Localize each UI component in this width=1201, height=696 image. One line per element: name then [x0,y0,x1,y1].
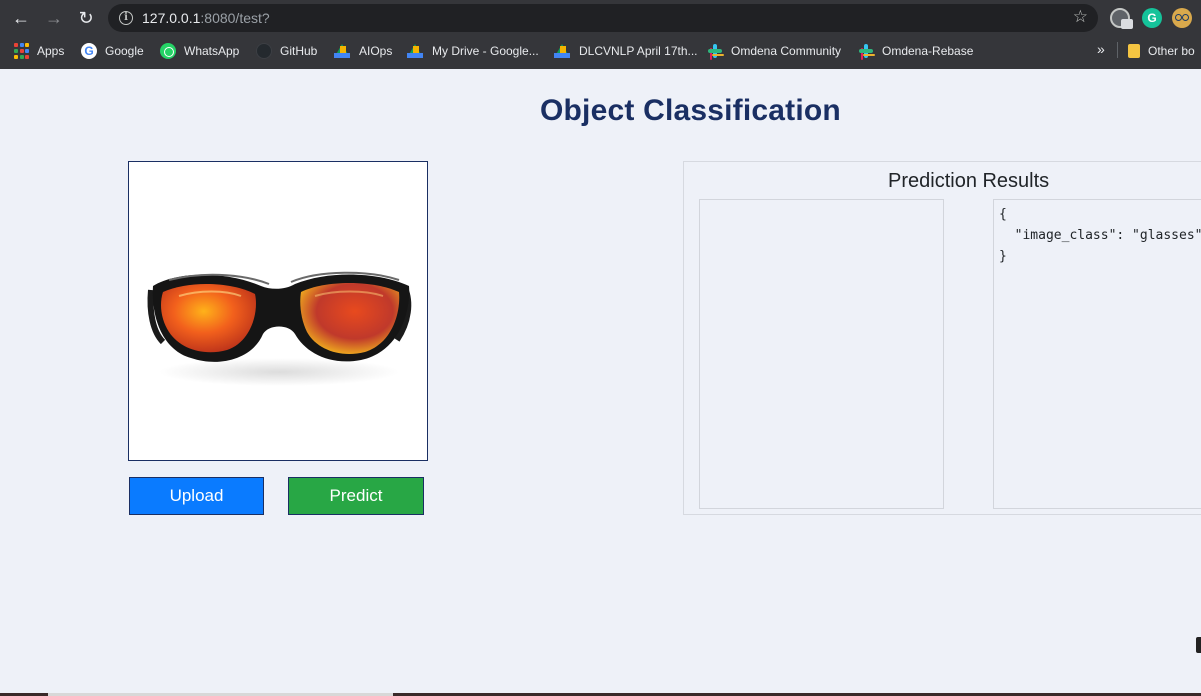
browser-toolbar: ← → ↻ i 127.0.0.1:8080/test? ☆ G [0,0,1201,36]
bookmark-aiops[interactable]: AIOps [334,41,392,61]
google-drive-icon [407,44,423,58]
json-image-class: "image_class": "glasses" [999,228,1201,243]
grammarly-icon[interactable]: G [1142,8,1162,28]
back-arrow-icon[interactable]: ← [9,7,33,29]
slack-icon [707,43,723,59]
google-icon: G [81,43,97,59]
sunglasses-image [129,162,427,460]
info-icon[interactable]: i [119,11,133,25]
bookmark-whatsapp[interactable]: WhatsApp [160,41,239,61]
bookmark-github[interactable]: GitHub [256,41,317,61]
bookmark-omdena-community[interactable]: Omdena Community [707,41,841,61]
json-open-brace: { [999,207,1007,222]
more-bookmarks-icon[interactable]: » [1097,41,1105,57]
prediction-results-panel: Prediction Results { "image_class": "gla… [683,161,1201,515]
scroll-edge-marker [1196,637,1201,653]
bookmark-star-icon[interactable]: ☆ [1073,8,1088,26]
result-image-box [699,199,944,509]
forward-arrow-icon[interactable]: → [42,7,66,29]
json-close-brace: } [999,249,1007,264]
upload-button[interactable]: Upload [129,477,264,515]
address-bar[interactable]: i 127.0.0.1:8080/test? ☆ [108,4,1098,32]
whatsapp-icon [160,43,176,59]
slack-icon [858,43,874,59]
google-drive-icon [554,44,570,58]
bookmark-omdena-rebase[interactable]: Omdena-Rebase [858,41,973,61]
bookmark-my-drive[interactable]: My Drive - Google... [407,41,539,61]
page-title: Object Classification [540,94,841,127]
result-json-box: { "image_class": "glasses" } [993,199,1201,509]
predict-button[interactable]: Predict [288,477,424,515]
uploaded-image-preview [128,161,428,461]
bookmarks-bar: Apps G Google WhatsApp GitHub AIOps My D… [0,38,1201,62]
folder-icon [1128,44,1140,58]
apps-grid-icon [14,43,29,59]
bookmarks-divider [1117,42,1118,58]
results-title: Prediction Results [888,170,1050,192]
browser-chrome: ← → ↻ i 127.0.0.1:8080/test? ☆ G Apps G … [0,0,1201,69]
bookmark-apps[interactable]: Apps [14,41,64,61]
extension-badge-icon [1121,19,1133,29]
google-drive-icon [334,44,350,58]
profile-avatar-icon[interactable] [1172,8,1192,28]
reload-icon[interactable]: ↻ [74,7,98,29]
github-icon [256,43,272,59]
bookmark-other[interactable]: Other bo [1128,41,1195,61]
bookmark-dlcvnlp[interactable]: DLCVNLP April 17th... [554,41,698,61]
url-text[interactable]: 127.0.0.1:8080/test? [142,10,270,26]
bookmark-google[interactable]: G Google [81,41,144,61]
